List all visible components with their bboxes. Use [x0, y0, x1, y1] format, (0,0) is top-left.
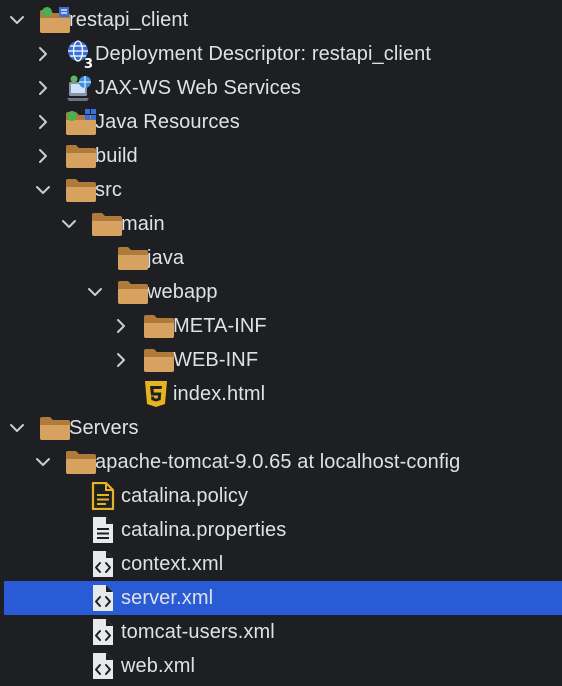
project-explorer-tree: restapi_client 3 Deployment Descriptor: … [0, 0, 562, 686]
tree-item-label: restapi_client [69, 9, 189, 31]
tree-item-folder-java[interactable]: java [0, 241, 562, 275]
tree-item-folder-src[interactable]: src [0, 173, 562, 207]
tree-item-label: JAX-WS Web Services [95, 77, 302, 99]
tree-item-label: Servers [69, 417, 139, 439]
tree-item-java-resources[interactable]: Java Resources [0, 105, 562, 139]
chevron-down-icon[interactable] [85, 275, 105, 309]
java-resources-icon [65, 105, 101, 139]
chevron-right-icon[interactable] [33, 71, 53, 105]
twisty-spacer [111, 377, 131, 411]
twisty-spacer [59, 615, 79, 649]
twisty-spacer [59, 547, 79, 581]
tree-item-deployment-descriptor[interactable]: 3 Deployment Descriptor: restapi_client [0, 37, 562, 71]
tree-item-file-web-xml[interactable]: web.xml [0, 649, 562, 683]
xml-file-icon [91, 615, 127, 649]
chevron-down-icon[interactable] [7, 3, 27, 37]
twisty-spacer [85, 241, 105, 275]
folder-icon [65, 139, 101, 173]
html5-icon [143, 377, 179, 411]
tree-item-label: index.html [173, 383, 266, 405]
chevron-right-icon[interactable] [33, 105, 53, 139]
chevron-down-icon[interactable] [33, 173, 53, 207]
chevron-down-icon[interactable] [33, 445, 53, 479]
tree-item-folder-servers[interactable]: Servers [0, 411, 562, 445]
folder-icon [143, 343, 179, 377]
tree-item-folder-main[interactable]: main [0, 207, 562, 241]
tree-item-file-index-html[interactable]: index.html [0, 377, 562, 411]
tree-item-label: catalina.properties [121, 519, 287, 541]
chevron-down-icon[interactable] [59, 207, 79, 241]
tree-item-folder-build[interactable]: build [0, 139, 562, 173]
twisty-spacer [59, 479, 79, 513]
xml-file-icon [91, 547, 127, 581]
twisty-spacer [59, 581, 79, 615]
chevron-right-icon[interactable] [111, 343, 131, 377]
tree-item-folder-webapp[interactable]: webapp [0, 275, 562, 309]
web-project-folder-icon [39, 3, 75, 37]
tree-item-label: Deployment Descriptor: restapi_client [95, 43, 432, 65]
tree-item-file-catalina-policy[interactable]: catalina.policy [0, 479, 562, 513]
folder-icon [39, 411, 75, 445]
svg-text:3: 3 [84, 57, 93, 69]
chevron-right-icon[interactable] [33, 37, 53, 71]
tree-item-folder-web-inf[interactable]: WEB-INF [0, 343, 562, 377]
tree-item-folder-apache-tomcat[interactable]: apache-tomcat-9.0.65 at localhost-config [0, 445, 562, 479]
tree-item-file-context-xml[interactable]: context.xml [0, 547, 562, 581]
tree-item-label: server.xml [121, 587, 214, 609]
tree-item-label: webapp [147, 281, 218, 303]
xml-file-icon [91, 649, 127, 683]
policy-file-icon [91, 479, 127, 513]
folder-icon [143, 309, 179, 343]
tree-item-folder-meta-inf[interactable]: META-INF [0, 309, 562, 343]
twisty-spacer [59, 513, 79, 547]
twisty-spacer [59, 649, 79, 683]
tree-item-project-restapi-client[interactable]: restapi_client [0, 3, 562, 37]
folder-icon [117, 241, 153, 275]
folder-icon [65, 445, 101, 479]
tree-item-file-server-xml[interactable]: server.xml [4, 581, 562, 615]
folder-icon [91, 207, 127, 241]
tree-item-label: apache-tomcat-9.0.65 at localhost-config [95, 451, 461, 473]
tree-item-label: WEB-INF [173, 349, 259, 371]
tree-item-file-catalina-properties[interactable]: catalina.properties [0, 513, 562, 547]
chevron-right-icon[interactable] [111, 309, 131, 343]
tree-item-label: Java Resources [95, 111, 240, 133]
tree-item-jax-ws-web-services[interactable]: JAX-WS Web Services [0, 71, 562, 105]
tree-item-label: META-INF [173, 315, 267, 337]
tree-item-label: catalina.policy [121, 485, 249, 507]
deployment-descriptor-icon: 3 [65, 37, 101, 71]
tree-item-file-tomcat-users-xml[interactable]: tomcat-users.xml [0, 615, 562, 649]
xml-file-icon [91, 581, 127, 615]
chevron-down-icon[interactable] [7, 411, 27, 445]
folder-icon [65, 173, 101, 207]
web-services-icon [65, 71, 101, 105]
tree-item-label: build [95, 145, 138, 167]
tree-item-label: context.xml [121, 553, 224, 575]
tree-item-label: web.xml [121, 655, 196, 677]
chevron-right-icon[interactable] [33, 139, 53, 173]
text-file-icon [91, 513, 127, 547]
tree-item-label: tomcat-users.xml [121, 621, 275, 643]
folder-icon [117, 275, 153, 309]
tree-item-label: main [121, 213, 165, 235]
